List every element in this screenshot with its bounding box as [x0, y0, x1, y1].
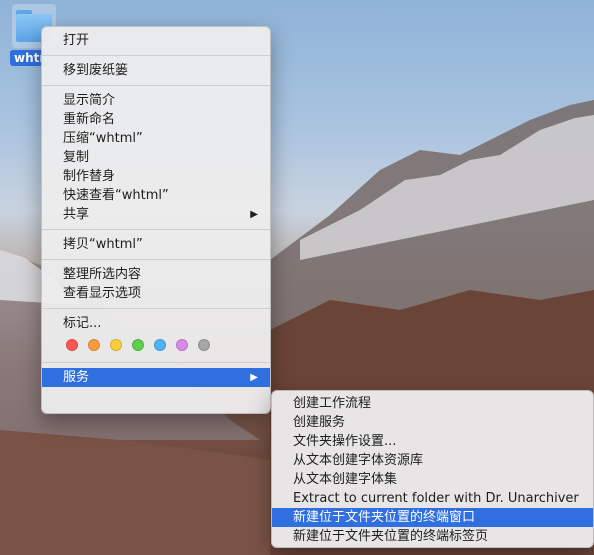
menu-item-services-label: 服务 [63, 370, 90, 385]
tag-blue-dot[interactable] [154, 339, 166, 351]
tag-yellow-dot[interactable] [110, 339, 122, 351]
submenu-arrow-icon: ▶ [250, 209, 258, 220]
tag-purple-dot[interactable] [176, 339, 188, 351]
services-item[interactable]: 从文本创建字体集 [272, 470, 593, 489]
menu-separator [42, 85, 270, 86]
menu-separator [42, 229, 270, 230]
context-menu: 打开 移到废纸篓 显示简介 重新命名 压缩“whtml” 复制 制作替身 快速查… [41, 26, 271, 414]
tag-orange-dot[interactable] [88, 339, 100, 351]
menu-item-move-to-trash[interactable]: 移到废纸篓 [42, 61, 270, 80]
menu-item-clean-up-selection[interactable]: 整理所选内容 [42, 265, 270, 284]
menu-item-get-info[interactable]: 显示简介 [42, 91, 270, 110]
menu-separator [42, 308, 270, 309]
menu-item-share[interactable]: 共享 ▶ [42, 205, 270, 224]
services-item[interactable]: 新建位于文件夹位置的终端窗口 [272, 508, 593, 527]
services-item[interactable]: 新建位于文件夹位置的终端标签页 [272, 527, 593, 546]
services-item[interactable]: 创建服务 [272, 413, 593, 432]
menu-item-quick-look[interactable]: 快速查看“whtml” [42, 186, 270, 205]
services-item[interactable]: 创建工作流程 [272, 394, 593, 413]
menu-item-compress[interactable]: 压缩“whtml” [42, 129, 270, 148]
tag-green-dot[interactable] [132, 339, 144, 351]
tag-red-dot[interactable] [66, 339, 78, 351]
menu-item-duplicate[interactable]: 复制 [42, 148, 270, 167]
menu-item-tags[interactable]: 标记... [42, 314, 270, 333]
services-item[interactable]: 从文本创建字体资源库 [272, 451, 593, 470]
menu-item-copy[interactable]: 拷贝“whtml” [42, 235, 270, 254]
menu-item-show-view-options[interactable]: 查看显示选项 [42, 284, 270, 303]
tag-color-row [42, 333, 270, 357]
menu-item-rename[interactable]: 重新命名 [42, 110, 270, 129]
tag-gray-dot[interactable] [198, 339, 210, 351]
menu-item-make-alias[interactable]: 制作替身 [42, 167, 270, 186]
menu-item-services[interactable]: 服务 ▶ [42, 368, 270, 387]
menu-separator [42, 362, 270, 363]
services-item[interactable]: 文件夹操作设置... [272, 432, 593, 451]
menu-separator [42, 259, 270, 260]
submenu-arrow-icon: ▶ [250, 372, 258, 383]
menu-item-share-label: 共享 [63, 207, 90, 222]
services-item[interactable]: Extract to current folder with Dr. Unarc… [272, 489, 593, 508]
services-submenu: 创建工作流程 创建服务 文件夹操作设置... 从文本创建字体资源库 从文本创建字… [271, 390, 594, 548]
menu-separator [42, 55, 270, 56]
menu-item-open[interactable]: 打开 [42, 31, 270, 50]
